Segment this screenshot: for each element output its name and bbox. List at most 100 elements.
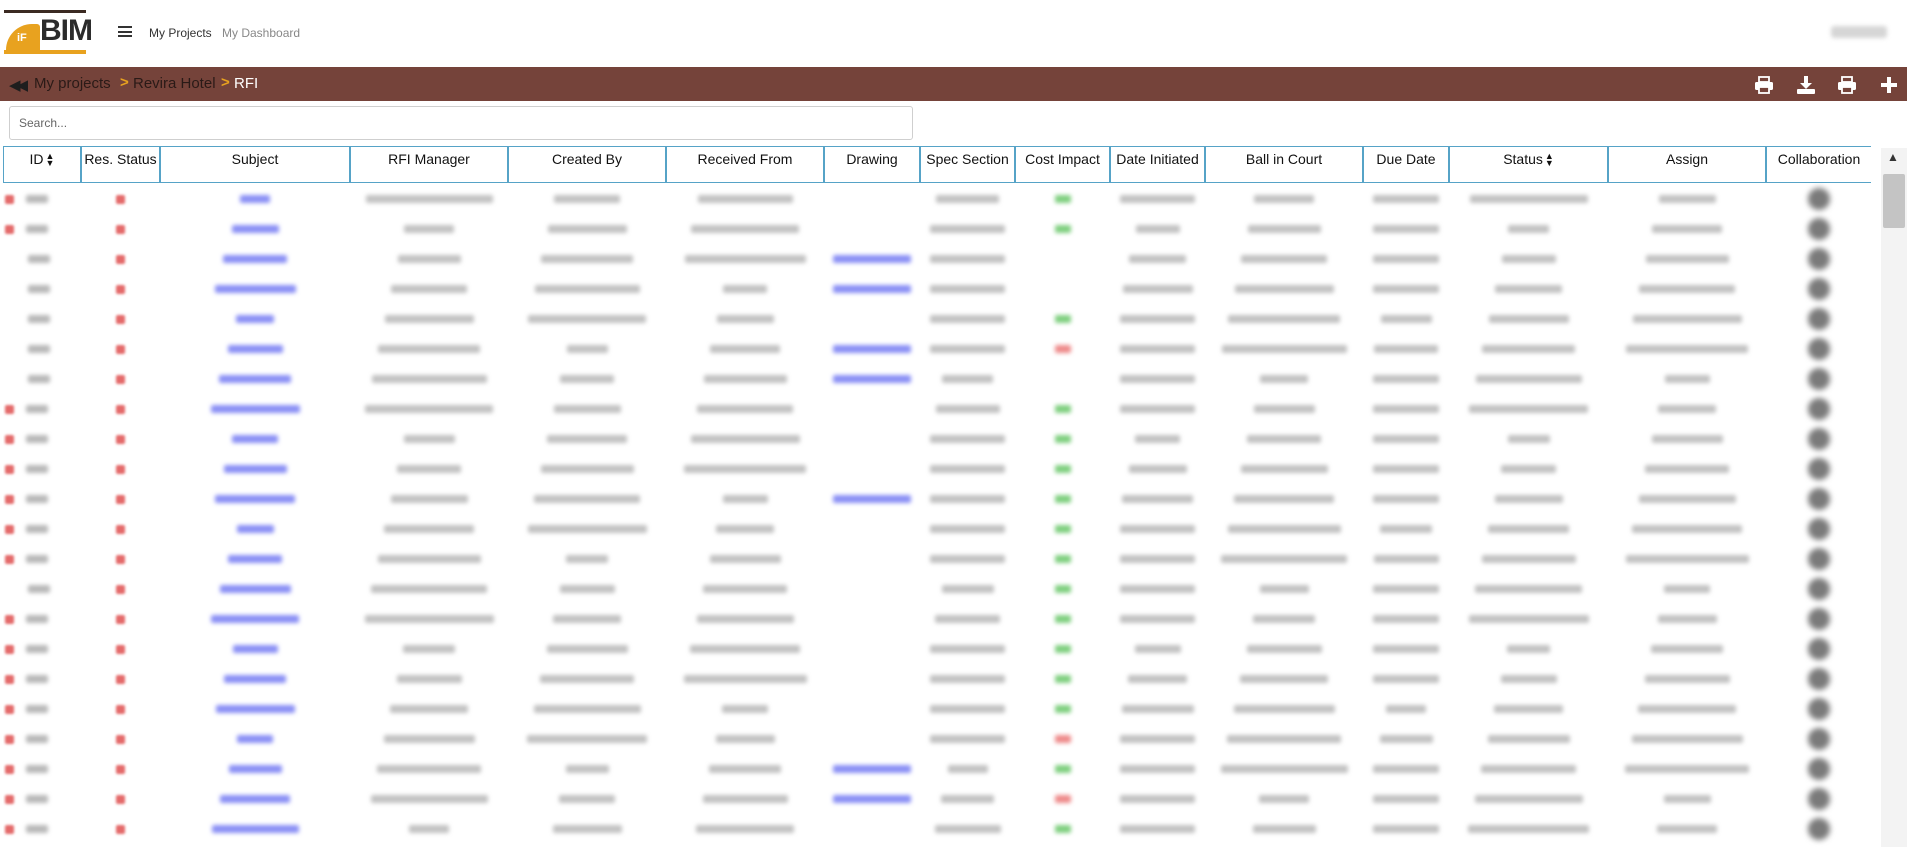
table-cell[interactable] <box>824 334 920 364</box>
table-cell[interactable] <box>160 274 350 304</box>
table-cell[interactable] <box>824 514 920 544</box>
breadcrumb-my-projects[interactable]: My projects <box>34 75 111 92</box>
table-cell[interactable] <box>824 184 920 214</box>
table-cell[interactable] <box>824 754 920 784</box>
table-cell <box>81 604 160 634</box>
table-cell[interactable] <box>160 784 350 814</box>
table-cell[interactable] <box>824 604 920 634</box>
table-row[interactable] <box>3 784 1871 814</box>
table-cell[interactable] <box>824 784 920 814</box>
table-cell[interactable] <box>824 814 920 844</box>
cell-value <box>1120 375 1195 383</box>
table-row[interactable] <box>3 664 1871 694</box>
table-row[interactable] <box>3 394 1871 424</box>
cell-value <box>377 555 481 563</box>
app-logo[interactable]: iF BIM <box>4 10 93 54</box>
table-row[interactable] <box>3 574 1871 604</box>
cell-value <box>691 225 799 233</box>
plus-icon[interactable] <box>1879 76 1899 94</box>
table-row[interactable] <box>3 634 1871 664</box>
table-cell[interactable] <box>160 454 350 484</box>
user-menu[interactable] <box>1831 26 1887 38</box>
table-cell[interactable] <box>824 244 920 274</box>
table-row[interactable] <box>3 184 1871 214</box>
table-cell[interactable] <box>160 514 350 544</box>
table-row[interactable] <box>3 814 1871 844</box>
nav-my-dashboard[interactable]: My Dashboard <box>222 26 300 40</box>
table-cell[interactable] <box>824 694 920 724</box>
scroll-thumb[interactable] <box>1883 174 1905 228</box>
table-cell[interactable] <box>824 634 920 664</box>
table-cell[interactable] <box>824 574 920 604</box>
table-row[interactable] <box>3 724 1871 754</box>
cell-value <box>396 675 462 683</box>
column-header-id[interactable]: ID ▲ ▼ <box>3 146 81 183</box>
table-cell[interactable] <box>160 544 350 574</box>
table-cell[interactable] <box>160 664 350 694</box>
download-icon[interactable] <box>1796 76 1816 94</box>
table-cell[interactable] <box>160 814 350 844</box>
table-cell[interactable] <box>160 214 350 244</box>
table-cell[interactable] <box>824 364 920 394</box>
table-cell[interactable] <box>160 634 350 664</box>
table-cell[interactable] <box>160 754 350 784</box>
table-cell[interactable] <box>160 394 350 424</box>
table-cell[interactable] <box>160 724 350 754</box>
table-row[interactable] <box>3 454 1871 484</box>
table-cell[interactable] <box>824 544 920 574</box>
table-cell[interactable] <box>824 304 920 334</box>
table-row[interactable] <box>3 214 1871 244</box>
cell-value <box>1487 735 1570 743</box>
table-row[interactable] <box>3 244 1871 274</box>
table-cell[interactable] <box>160 364 350 394</box>
printer-icon[interactable] <box>1754 76 1774 94</box>
table-cell <box>1766 274 1871 304</box>
table-row[interactable] <box>3 514 1871 544</box>
table-cell[interactable] <box>160 424 350 454</box>
nav-my-projects[interactable]: My Projects <box>149 26 212 40</box>
table-cell[interactable] <box>160 604 350 634</box>
table-row[interactable] <box>3 754 1871 784</box>
table-cell[interactable] <box>160 334 350 364</box>
table-cell[interactable] <box>824 214 920 244</box>
scroll-up-icon[interactable]: ▲ <box>1887 150 1899 164</box>
table-cell[interactable] <box>160 304 350 334</box>
sort-icon[interactable]: ▲ ▼ <box>1545 152 1554 168</box>
cell-value <box>231 225 279 233</box>
print-icon[interactable] <box>1837 76 1857 94</box>
table-row[interactable] <box>3 484 1871 514</box>
table-row[interactable] <box>3 304 1871 334</box>
table-cell[interactable] <box>824 274 920 304</box>
table-row[interactable] <box>3 364 1871 394</box>
table-cell[interactable] <box>160 244 350 274</box>
table-cell[interactable] <box>160 694 350 724</box>
cell-value <box>560 375 614 383</box>
table-cell[interactable] <box>160 574 350 604</box>
table-cell[interactable] <box>824 394 920 424</box>
table-row[interactable] <box>3 424 1871 454</box>
sort-icon[interactable]: ▲ ▼ <box>46 152 55 168</box>
table-cell[interactable] <box>824 484 920 514</box>
cell-value <box>1120 525 1195 533</box>
table-cell[interactable] <box>824 424 920 454</box>
table-cell[interactable] <box>824 724 920 754</box>
menu-icon[interactable] <box>118 26 132 37</box>
back-icon[interactable]: ◀◀ <box>9 76 28 94</box>
table-cell[interactable] <box>160 184 350 214</box>
table-cell[interactable] <box>160 484 350 514</box>
cell-value <box>566 345 608 353</box>
table-row[interactable] <box>3 604 1871 634</box>
vertical-scrollbar[interactable]: ▲ <box>1881 148 1907 847</box>
table-cell <box>3 604 81 634</box>
table-row[interactable] <box>3 334 1871 364</box>
cell-value <box>1120 195 1195 203</box>
table-cell[interactable] <box>824 454 920 484</box>
table-row[interactable] <box>3 544 1871 574</box>
breadcrumb-project[interactable]: Revira Hotel <box>133 75 216 92</box>
column-header-status[interactable]: Status ▲ ▼ <box>1449 146 1608 183</box>
table-cell <box>1363 544 1449 574</box>
table-row[interactable] <box>3 274 1871 304</box>
table-row[interactable] <box>3 694 1871 724</box>
search-input[interactable] <box>9 106 913 140</box>
table-cell[interactable] <box>824 664 920 694</box>
